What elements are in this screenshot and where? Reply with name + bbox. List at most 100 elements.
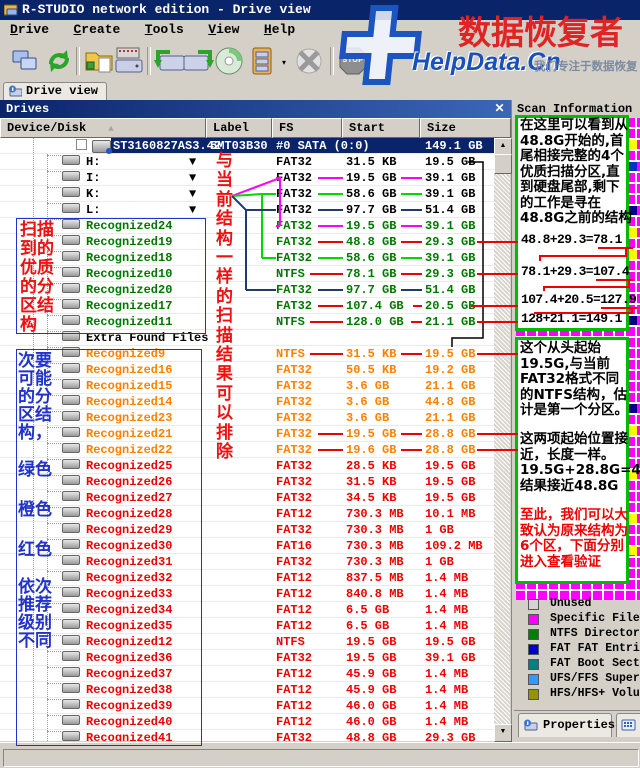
start-offset: 48.8 GB — [346, 731, 396, 741]
equation-3: 107.4+20.5=127.9 — [521, 292, 636, 307]
filesystem: FAT32 — [276, 411, 312, 425]
chevron-down-icon[interactable]: ▾ — [282, 58, 286, 67]
stop-button[interactable]: STOP — [336, 44, 370, 78]
size: 28.8 GB — [425, 443, 475, 457]
start-offset: 31.5 KB — [346, 347, 396, 361]
chevron-down-icon[interactable] — [189, 203, 196, 217]
network-drives-button[interactable] — [8, 44, 42, 78]
legend-swatch — [528, 674, 539, 685]
start-offset: 3.6 GB — [346, 395, 389, 409]
column-device-disk[interactable]: Device/Disk▲ — [0, 118, 206, 138]
equation-1: 48.8+29.3=78.1 — [521, 232, 622, 247]
legend-item: UFS/FFS SuperBl — [520, 672, 638, 687]
menu-tools[interactable]: Tools — [135, 20, 194, 37]
scrollbar-thumb[interactable] — [494, 154, 512, 174]
tab-drive-view[interactable]: Drive view — [3, 82, 107, 101]
column-fs[interactable]: FS — [272, 118, 342, 138]
legend-item: FAT FAT Entries — [520, 642, 638, 657]
size: 29.3 GB — [425, 267, 475, 281]
drives-stack-button[interactable] — [246, 44, 280, 78]
scan-button[interactable] — [152, 44, 186, 78]
refresh-button[interactable] — [42, 44, 76, 78]
legend-label: UFS/FFS SuperBl — [550, 672, 640, 685]
filesystem: FAT12 — [276, 699, 312, 713]
table-row[interactable]: H:FAT3231.5 KB19.5 GB — [0, 154, 494, 170]
scan-info-icon — [621, 719, 636, 731]
remove-button[interactable] — [292, 44, 326, 78]
table-row[interactable]: I:FAT3219.5 GB39.1 GB — [0, 170, 494, 186]
size: 1 GB — [425, 523, 454, 537]
tab-label: Drive view — [26, 84, 98, 98]
size: 19.5 GB — [425, 347, 475, 361]
filesystem: FAT12 — [276, 571, 312, 585]
size: 1 GB — [425, 555, 454, 569]
menu-view[interactable]: View — [198, 20, 249, 37]
chevron-down-icon[interactable] — [189, 155, 196, 169]
start-offset: 6.5 GB — [346, 619, 389, 633]
column-size[interactable]: Size — [420, 118, 511, 138]
note-same-structure: 与当前结构一样的扫描结果可以排除 — [216, 152, 236, 463]
create-image-button[interactable] — [112, 44, 146, 78]
size: 1.4 MB — [425, 715, 468, 729]
menu-drive[interactable]: Drive — [0, 20, 59, 37]
chevron-down-icon[interactable] — [189, 187, 196, 201]
tree-stub — [47, 187, 61, 189]
device-name: H: — [86, 155, 100, 169]
filesystem: FAT32 — [276, 459, 312, 473]
rescan-button[interactable] — [182, 44, 216, 78]
table-row[interactable]: L:FAT3297.7 GB51.4 GB — [0, 202, 494, 218]
size: 1.4 MB — [425, 571, 468, 585]
legend-item: FAT Boot Sector — [520, 657, 638, 672]
filesystem: FAT32 — [276, 555, 312, 569]
scan-information-panel: Scan Information 在这里可以看到从48.8G开始的,首尾相接完整… — [514, 100, 640, 741]
scroll-down-icon[interactable]: ▼ — [494, 724, 512, 742]
column-start[interactable]: Start — [342, 118, 420, 138]
filesystem: FAT12 — [276, 715, 312, 729]
scan-note-1: 在这里可以看到从48.8G开始的,首尾相接完整的4个优质扫描分区,直到硬盘尾部,… — [520, 118, 632, 227]
filesystem: FAT32 — [276, 651, 312, 665]
scan-note-2a: 这个从头起始19.5G,与当前FAT32格式不同的NTFS结构，估计是第一个分区… — [520, 341, 632, 419]
start-offset: 107.4 GB — [346, 299, 404, 313]
vertical-scrollbar[interactable]: ▲ ▼ — [494, 138, 510, 741]
close-icon[interactable] — [492, 101, 507, 116]
size: 21.1 GB — [425, 315, 475, 329]
disk-icon — [62, 155, 80, 165]
filesystem: #0 SATA (0:0) — [276, 139, 370, 153]
chevron-down-icon[interactable] — [189, 171, 196, 185]
app-icon — [4, 3, 18, 16]
start-offset: 58.6 GB — [346, 187, 396, 201]
filesystem: NTFS — [276, 635, 305, 649]
size: 51.4 GB — [425, 203, 475, 217]
start-offset: 78.1 GB — [346, 267, 396, 281]
toolbar-separator — [76, 47, 80, 75]
disk-icon — [62, 171, 80, 181]
device-name: ST3160827AS3.42 — [113, 139, 221, 153]
column-label[interactable]: Label — [206, 118, 272, 138]
tab-bar: Drive view — [0, 82, 640, 100]
open-image-button[interactable] — [82, 44, 116, 78]
filesystem: FAT32 — [276, 731, 312, 741]
disk-icon — [92, 140, 111, 153]
note-green: 绿色 — [18, 461, 56, 479]
tab-scan-information[interactable]: S — [616, 713, 640, 737]
legend-label: NTFS Directorie — [550, 627, 640, 640]
legend-swatch — [528, 599, 539, 610]
tree-stub — [47, 203, 61, 205]
expander-icon[interactable] — [76, 139, 87, 150]
start-offset: 31.5 KB — [346, 155, 396, 169]
start-offset: 730.3 MB — [346, 523, 404, 537]
size: 19.5 GB — [425, 459, 475, 473]
legend-swatch — [528, 689, 539, 700]
table-row[interactable]: ST3160827AS3.425MT03B30#0 SATA (0:0)149.… — [0, 138, 494, 154]
size: 10.1 MB — [425, 507, 475, 521]
note-good-partitions: 扫描到的优质的分区结构 — [20, 221, 58, 335]
menu-create[interactable]: Create — [63, 20, 130, 37]
disc-button[interactable] — [212, 44, 246, 78]
start-offset: 19.5 GB — [346, 219, 396, 233]
size: 19.5 GB — [425, 475, 475, 489]
table-row[interactable]: K:FAT3258.6 GB39.1 GB — [0, 186, 494, 202]
filesystem: FAT32 — [276, 219, 312, 233]
size: 28.8 GB — [425, 427, 475, 441]
tab-properties[interactable]: Properties — [518, 713, 612, 737]
menu-help[interactable]: Help — [254, 20, 305, 37]
